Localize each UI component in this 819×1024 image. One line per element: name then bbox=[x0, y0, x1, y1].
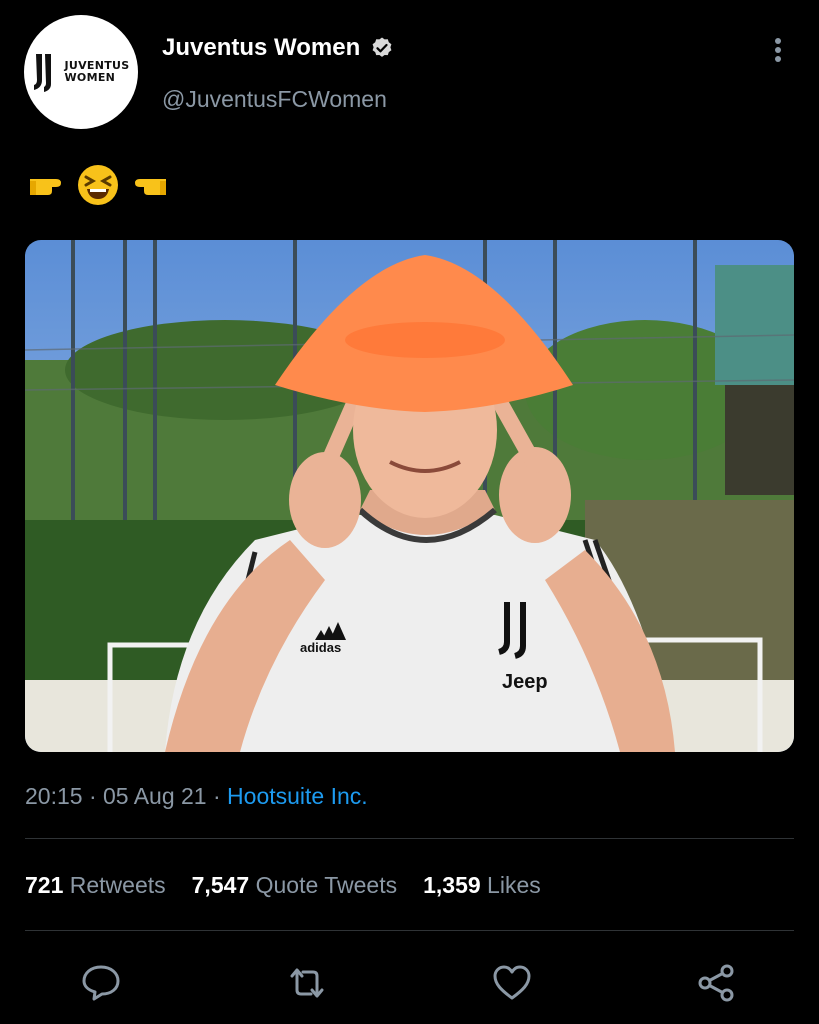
like-heart-icon[interactable] bbox=[491, 962, 533, 1004]
retweet-icon[interactable] bbox=[286, 962, 328, 1004]
point-left-emoji-icon bbox=[135, 179, 166, 195]
retweets-stat[interactable]: 721 Retweets bbox=[25, 872, 166, 899]
reply-icon[interactable] bbox=[80, 962, 122, 1004]
share-icon[interactable] bbox=[696, 962, 738, 1004]
tweet-text bbox=[26, 163, 170, 207]
laughing-face-emoji-icon bbox=[78, 165, 118, 205]
tweet-stats: 721 Retweets 7,547 Quote Tweets 1,359 Li… bbox=[25, 872, 541, 899]
quote-tweets-stat[interactable]: 7,547 Quote Tweets bbox=[192, 872, 397, 899]
tweet-photo[interactable]: Jeep adidas bbox=[25, 240, 794, 752]
more-options-icon[interactable] bbox=[766, 36, 790, 66]
retweets-label: Retweets bbox=[69, 872, 166, 898]
timestamp[interactable]: 20:15 · 05 Aug 21 · bbox=[25, 783, 227, 809]
juventus-logo-icon bbox=[34, 54, 52, 92]
point-right-emoji-icon bbox=[30, 179, 61, 195]
avatar[interactable]: JUVENTUS WOMEN bbox=[24, 15, 138, 129]
likes-count: 1,359 bbox=[423, 872, 481, 898]
author-row: Juventus Women bbox=[162, 34, 394, 62]
verified-badge-icon bbox=[372, 37, 392, 57]
divider bbox=[25, 838, 794, 839]
tweet-meta: 20:15 · 05 Aug 21 · Hootsuite Inc. bbox=[25, 783, 368, 810]
quote-tweets-label: Quote Tweets bbox=[255, 872, 398, 898]
quote-tweets-count: 7,547 bbox=[191, 872, 250, 898]
photo-brand-text: adidas bbox=[300, 640, 341, 655]
likes-label: Likes bbox=[487, 872, 541, 898]
author-handle[interactable]: @JuventusFCWomen bbox=[162, 86, 387, 113]
source-link[interactable]: Hootsuite Inc. bbox=[227, 783, 368, 809]
divider bbox=[25, 930, 794, 931]
photo-sponsor-text: Jeep bbox=[502, 671, 548, 693]
retweets-count: 721 bbox=[25, 872, 64, 898]
photo-illustration: Jeep adidas bbox=[25, 240, 794, 752]
avatar-text-women: WOMEN bbox=[64, 71, 116, 84]
likes-stat[interactable]: 1,359 Likes bbox=[423, 872, 541, 899]
author-name[interactable]: Juventus Women bbox=[162, 34, 360, 62]
